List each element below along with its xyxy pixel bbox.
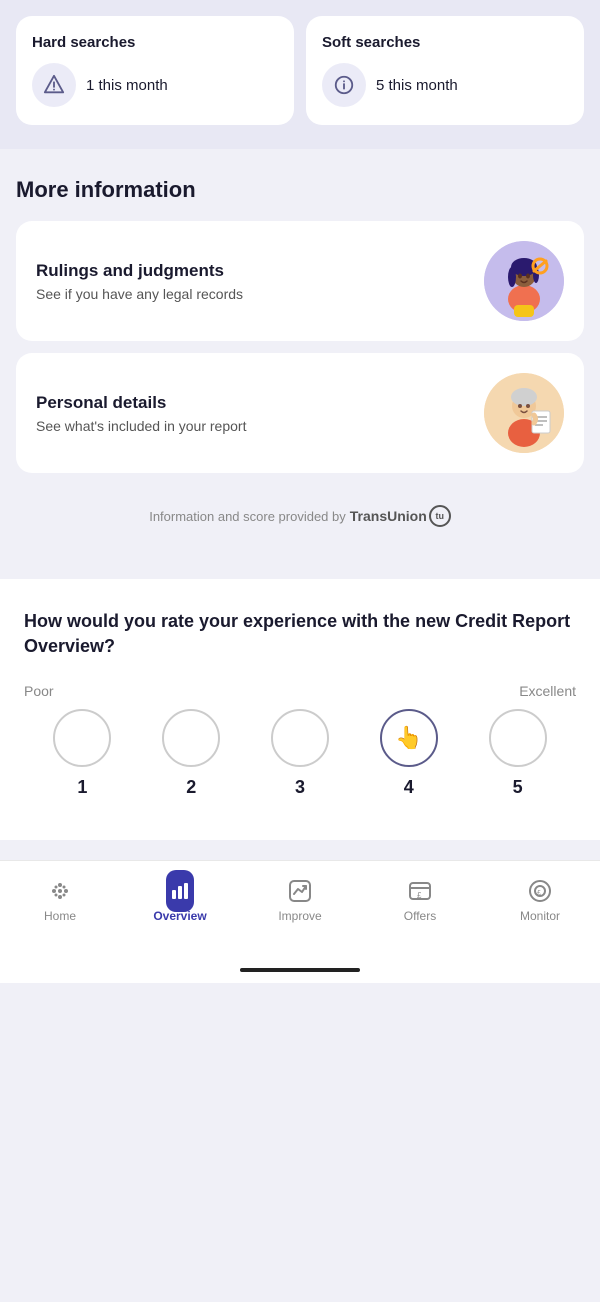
rating-number-2: 2 bbox=[186, 777, 196, 798]
nav-label-improve: Improve bbox=[278, 909, 321, 923]
nav-item-overview[interactable]: Overview bbox=[120, 871, 240, 929]
rulings-card-subtitle: See if you have any legal records bbox=[36, 286, 243, 302]
rating-option-3[interactable]: 3 bbox=[246, 709, 355, 798]
home-bar bbox=[240, 968, 360, 972]
home-icon bbox=[46, 877, 74, 905]
nav-label-home: Home bbox=[44, 909, 76, 923]
svg-text:£: £ bbox=[537, 890, 541, 897]
more-info-title: More information bbox=[16, 177, 584, 203]
more-info-section: More information Rulings and judgments S… bbox=[0, 149, 600, 571]
nav-label-monitor: Monitor bbox=[520, 909, 560, 923]
rating-option-1[interactable]: 1 bbox=[28, 709, 137, 798]
personal-card-title: Personal details bbox=[36, 393, 246, 413]
nav-label-overview: Overview bbox=[153, 909, 206, 923]
rating-circle-3[interactable] bbox=[271, 709, 329, 767]
rating-labels: Poor Excellent bbox=[24, 683, 576, 699]
bottom-nav: Home Overview Improve bbox=[0, 860, 600, 949]
poor-label: Poor bbox=[24, 683, 54, 699]
tu-badge: tu bbox=[429, 505, 451, 527]
monitor-icon: £ bbox=[526, 877, 554, 905]
nav-item-home[interactable]: Home bbox=[0, 871, 120, 929]
info-icon bbox=[322, 63, 366, 107]
cursor-pointer-icon: 👆 bbox=[395, 725, 422, 751]
personal-details-card[interactable]: Personal details See what's included in … bbox=[16, 353, 584, 473]
soft-searches-count: 5 this month bbox=[376, 77, 458, 94]
rating-number-1: 1 bbox=[77, 777, 87, 798]
rating-circle-2[interactable] bbox=[162, 709, 220, 767]
rating-circle-5[interactable] bbox=[489, 709, 547, 767]
rulings-card[interactable]: Rulings and judgments See if you have an… bbox=[16, 221, 584, 341]
nav-item-monitor[interactable]: £ Monitor bbox=[480, 871, 600, 929]
rulings-card-title: Rulings and judgments bbox=[36, 261, 243, 281]
rulings-illustration bbox=[484, 241, 564, 321]
hard-searches-count: 1 this month bbox=[86, 77, 168, 94]
home-indicator bbox=[0, 949, 600, 983]
excellent-label: Excellent bbox=[519, 683, 576, 699]
svg-text:£: £ bbox=[417, 891, 422, 900]
rating-section: How would you rate your experience with … bbox=[0, 579, 600, 840]
soft-searches-title: Soft searches bbox=[322, 34, 568, 51]
rating-options: 1 2 3 👆 4 5 bbox=[24, 709, 576, 798]
transunion-text: Information and score provided by TransU… bbox=[32, 505, 568, 527]
top-section: Hard searches 1 this month Soft searches bbox=[0, 0, 600, 149]
rating-number-3: 3 bbox=[295, 777, 305, 798]
soft-searches-content: 5 this month bbox=[322, 63, 568, 107]
transunion-footer: Information and score provided by TransU… bbox=[16, 485, 584, 551]
personal-card-text: Personal details See what's included in … bbox=[36, 393, 246, 434]
rating-option-4[interactable]: 👆 4 bbox=[354, 709, 463, 798]
hard-searches-title: Hard searches bbox=[32, 34, 278, 51]
rating-number-4: 4 bbox=[404, 777, 414, 798]
nav-label-offers: Offers bbox=[404, 909, 436, 923]
transunion-logo: TransUnion tu bbox=[350, 505, 451, 527]
search-cards-row: Hard searches 1 this month Soft searches bbox=[16, 16, 584, 125]
rating-circle-1[interactable] bbox=[53, 709, 111, 767]
rating-question: How would you rate your experience with … bbox=[24, 609, 576, 659]
rating-number-5: 5 bbox=[513, 777, 523, 798]
overview-icon bbox=[166, 877, 194, 905]
rating-circle-4[interactable]: 👆 bbox=[380, 709, 438, 767]
hard-searches-content: 1 this month bbox=[32, 63, 278, 107]
rating-option-2[interactable]: 2 bbox=[137, 709, 246, 798]
improve-icon bbox=[286, 877, 314, 905]
rating-option-5[interactable]: 5 bbox=[463, 709, 572, 798]
rulings-card-text: Rulings and judgments See if you have an… bbox=[36, 261, 243, 302]
personal-card-subtitle: See what's included in your report bbox=[36, 418, 246, 434]
warning-icon bbox=[32, 63, 76, 107]
nav-item-improve[interactable]: Improve bbox=[240, 871, 360, 929]
offers-icon: £ bbox=[406, 877, 434, 905]
soft-searches-card[interactable]: Soft searches 5 this month bbox=[306, 16, 584, 125]
personal-illustration bbox=[484, 373, 564, 453]
hard-searches-card[interactable]: Hard searches 1 this month bbox=[16, 16, 294, 125]
nav-item-offers[interactable]: £ Offers bbox=[360, 871, 480, 929]
